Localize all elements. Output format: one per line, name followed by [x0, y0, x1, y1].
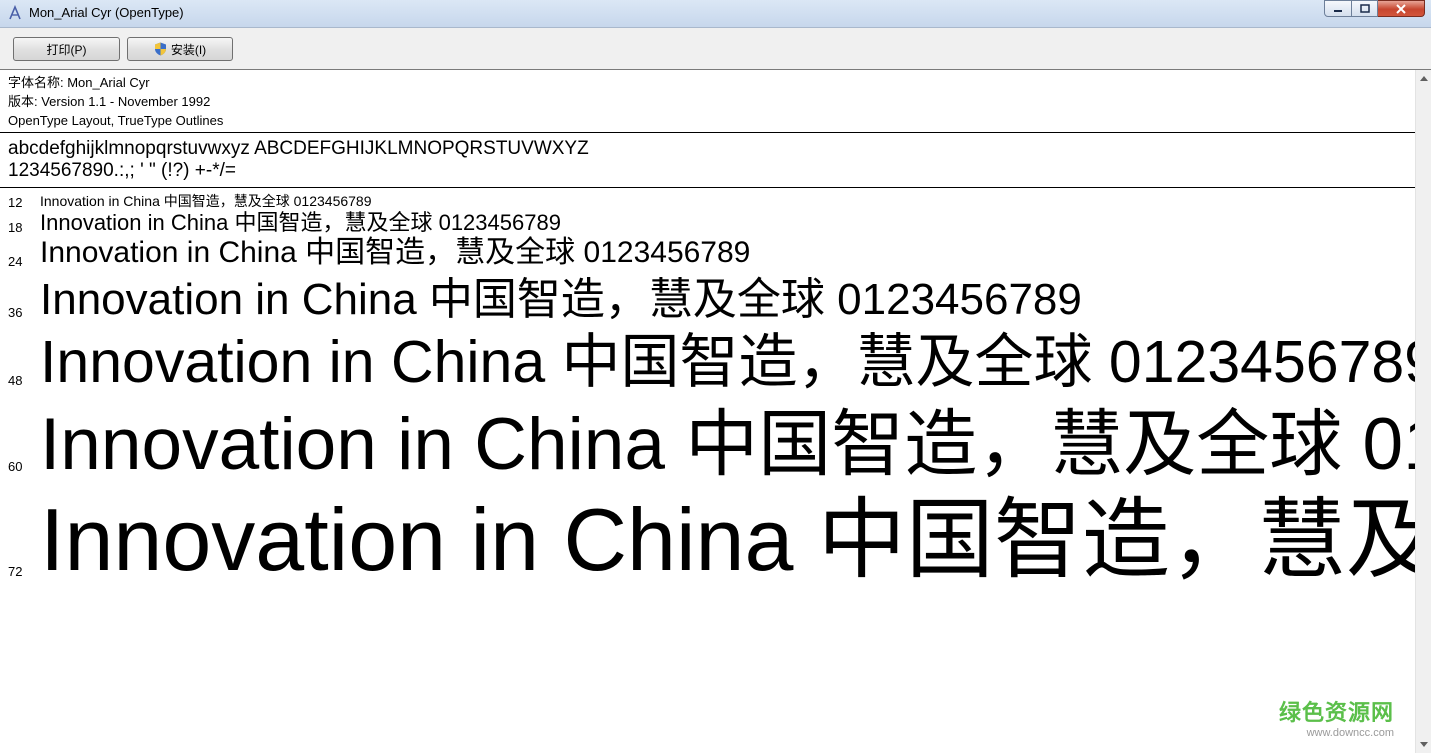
vertical-scrollbar[interactable] — [1415, 70, 1431, 753]
watermark-logo-text: 绿色资源网 — [1278, 701, 1394, 726]
minimize-icon — [1334, 9, 1342, 12]
sample-text: Innovation in China 中国智造，慧及全球 0123456789 — [40, 236, 751, 269]
sample-text: Innovation in China 中国智造，慧及全球 0123456789 — [40, 193, 372, 209]
size-label: 48 — [8, 373, 23, 388]
print-button[interactable]: 打印(P) — [13, 37, 120, 61]
close-icon — [1396, 3, 1406, 14]
sample-text: Innovation in China 中国智造，慧及全球 0123456789 — [40, 490, 1416, 589]
install-button-label: 安装(I) — [170, 42, 207, 57]
size-label: 12 — [8, 195, 23, 210]
window-controls — [1324, 0, 1425, 19]
watermark-url: www.downcc.com — [1306, 727, 1394, 739]
uac-shield-icon — [154, 42, 166, 56]
font-app-icon — [9, 5, 21, 20]
sample-text: Innovation in China 中国智造，慧及全球 0123456789 — [40, 404, 1416, 485]
font-preview-area: 字体名称: Mon_Arial Cyr 版本: Version 1.1 - No… — [0, 70, 1416, 753]
sample-text: Innovation in China 中国智造，慧及全球 0123456789 — [40, 210, 561, 235]
chevron-up-icon — [1419, 76, 1428, 81]
scroll-down-button[interactable] — [1416, 736, 1431, 753]
charset-letters: abcdefghijklmnopqrstuvwxyz ABCDEFGHIJKLM… — [8, 138, 589, 159]
size-label: 36 — [8, 305, 23, 320]
toolbar: 打印(P) 安装(I) — [0, 28, 1431, 70]
charset-digits-punct: 1234567890.:,; ' " (!?) +-*/= — [8, 160, 236, 181]
window-title: Mon_Arial Cyr (OpenType) — [29, 5, 184, 20]
font-type-line: OpenType Layout, TrueType Outlines — [8, 113, 224, 128]
font-info: 字体名称: Mon_Arial Cyr 版本: Version 1.1 - No… — [8, 73, 223, 130]
divider-2 — [0, 187, 1416, 188]
maximize-icon — [1359, 4, 1370, 13]
divider-1 — [0, 132, 1416, 133]
sample-text: Innovation in China 中国智造，慧及全球 0123456789 — [40, 329, 1416, 395]
size-label: 60 — [8, 459, 23, 474]
install-button[interactable]: 安装(I) — [127, 37, 233, 61]
minimize-button[interactable] — [1324, 0, 1352, 17]
maximize-button[interactable] — [1352, 0, 1378, 17]
chevron-down-icon — [1419, 742, 1428, 747]
size-label: 18 — [8, 220, 23, 235]
character-set: abcdefghijklmnopqrstuvwxyz ABCDEFGHIJKLM… — [8, 138, 589, 182]
title-bar: Mon_Arial Cyr (OpenType) — [0, 0, 1431, 28]
watermark: 绿色资源网 www.downcc.com — [1279, 695, 1394, 739]
sample-text: Innovation in China 中国智造，慧及全球 0123456789 — [40, 275, 1082, 324]
font-name-line: 字体名称: Mon_Arial Cyr — [8, 75, 150, 90]
scroll-up-button[interactable] — [1416, 70, 1431, 87]
size-label: 24 — [8, 254, 23, 269]
size-label: 72 — [8, 564, 23, 579]
close-button[interactable] — [1378, 0, 1425, 17]
print-button-label: 打印(P) — [46, 42, 87, 57]
font-version-line: 版本: Version 1.1 - November 1992 — [8, 94, 211, 109]
